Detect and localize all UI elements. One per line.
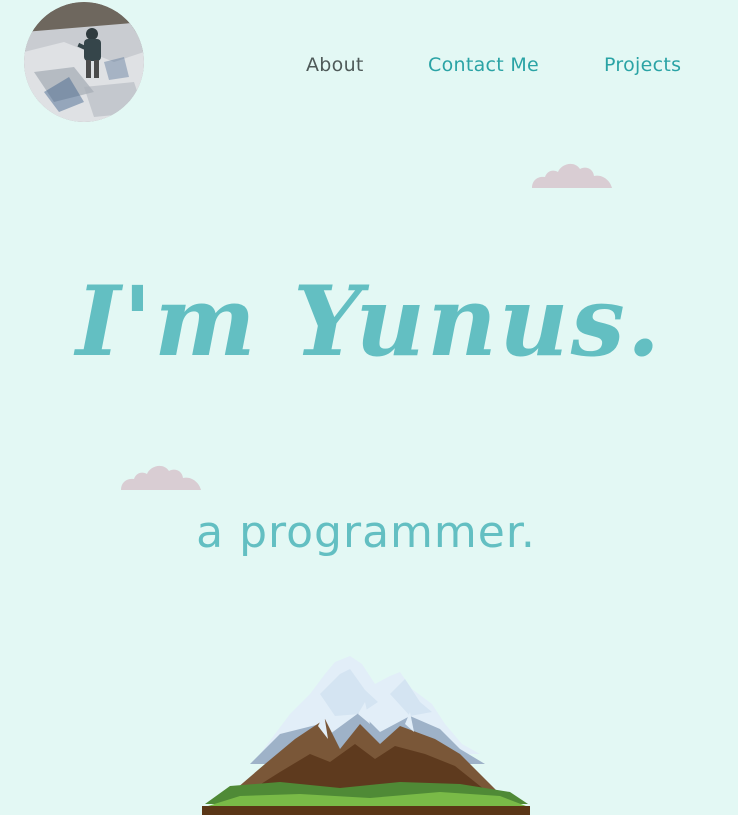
nav-contact-link[interactable]: Contact Me (428, 53, 539, 77)
nav-about-link[interactable]: About (306, 53, 364, 77)
cloud-icon (121, 465, 201, 490)
hero-subtitle: a programmer. (196, 507, 536, 558)
main-nav: About Contact Me Projects (0, 53, 738, 81)
cloud-icon (532, 163, 612, 188)
mountain-illustration (202, 656, 530, 815)
nav-projects-link[interactable]: Projects (604, 53, 681, 77)
hero-title: I'm Yunus. (75, 265, 663, 378)
